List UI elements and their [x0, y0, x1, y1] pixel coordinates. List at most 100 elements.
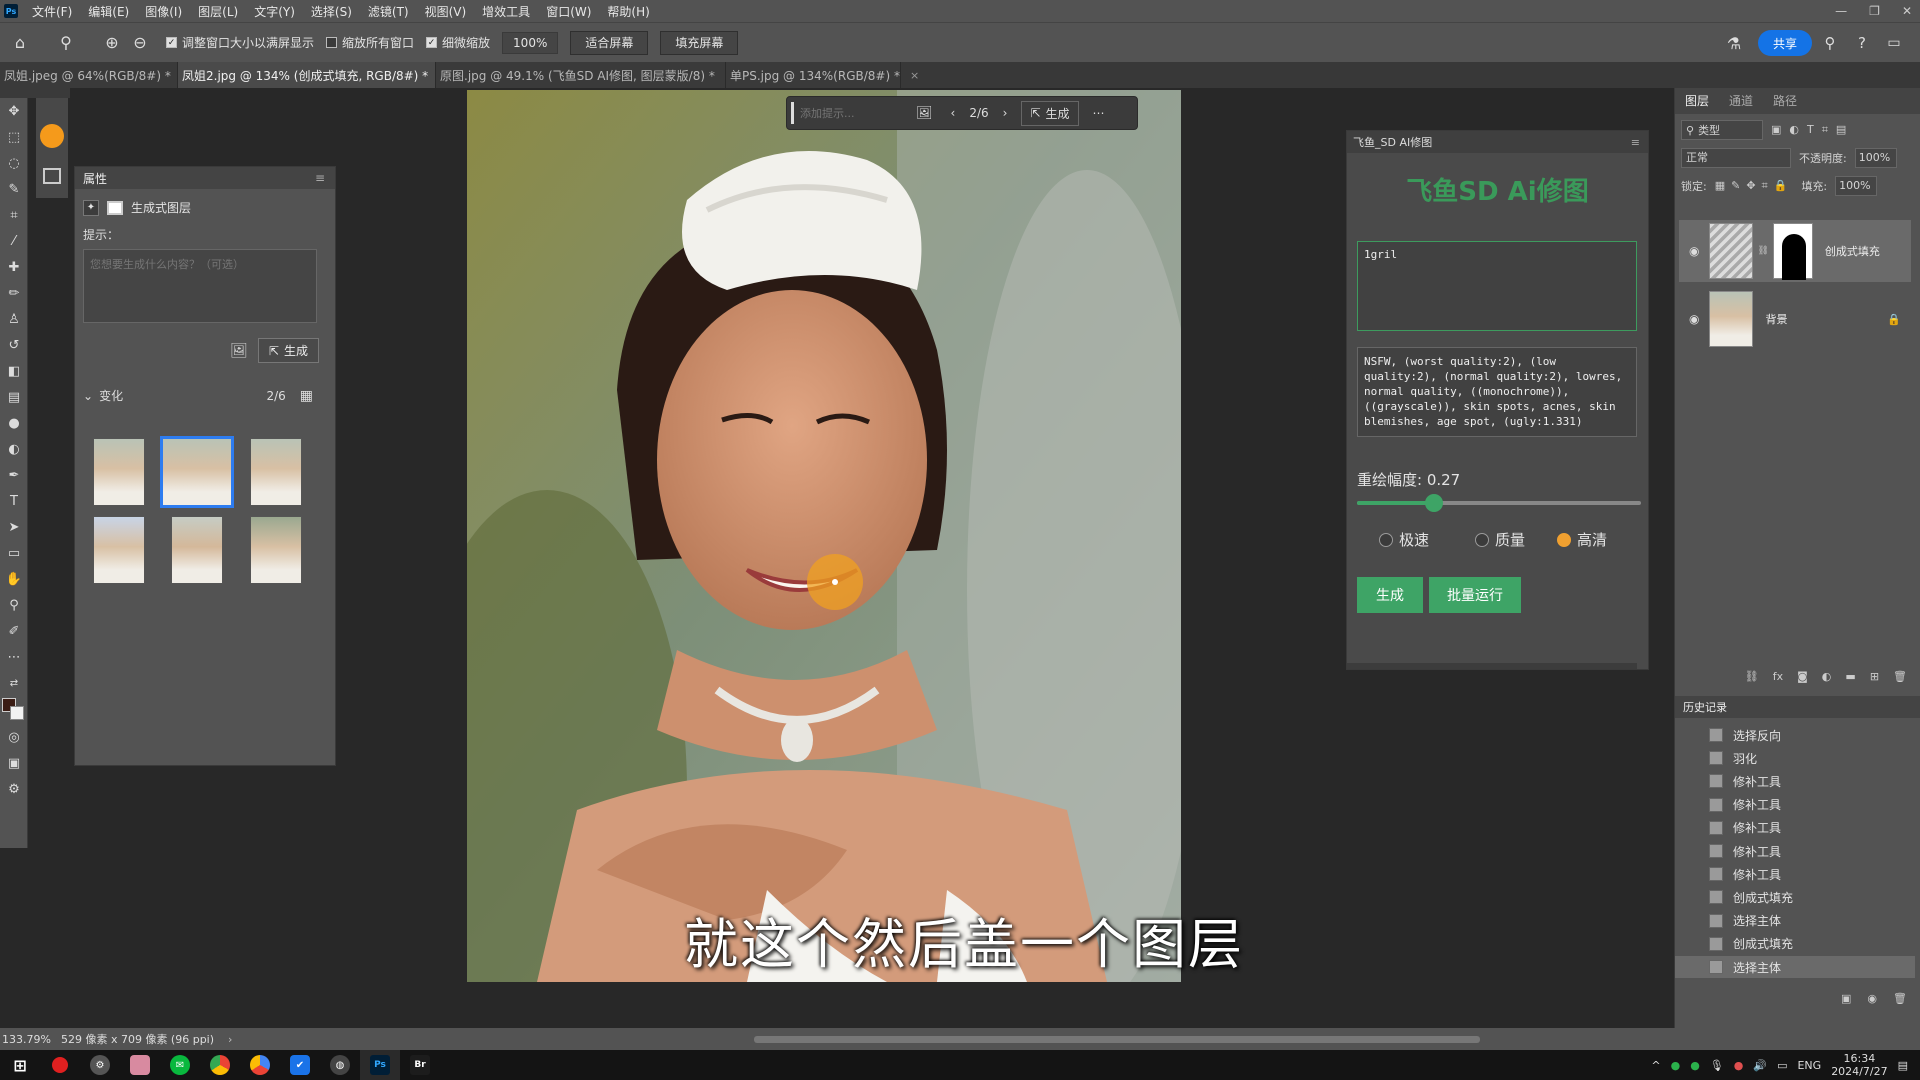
fx-icon[interactable]: fx [1773, 670, 1783, 692]
chevron-right-icon[interactable]: › [228, 1033, 232, 1046]
menu-file[interactable]: 文件(F) [24, 3, 80, 20]
dodge-tool-icon[interactable]: ◐ [0, 436, 28, 462]
ai-assist-icon[interactable]: ⚙ [0, 776, 28, 802]
plugin-scrollbar[interactable] [1347, 663, 1637, 669]
next-icon[interactable]: › [1003, 106, 1008, 120]
history-item[interactable]: 创成式填充 [1675, 886, 1915, 908]
menu-edit[interactable]: 编辑(E) [80, 3, 137, 20]
add-mask-icon[interactable]: ◙ [1797, 670, 1808, 692]
variation-thumbnail-2[interactable] [160, 436, 234, 508]
variation-thumbnail-5[interactable] [171, 516, 223, 584]
history-item[interactable]: 羽化 [1675, 747, 1915, 769]
panel-menu-icon[interactable]: ≡ [315, 171, 325, 185]
previous-icon[interactable]: ‹ [951, 106, 956, 120]
plugin-orange-icon[interactable] [40, 124, 64, 148]
bridge-taskbar-icon[interactable]: Br [400, 1050, 440, 1080]
more-options-icon[interactable]: ⋯ [1093, 106, 1105, 120]
search-icon[interactable]: ⚲ [1818, 29, 1842, 57]
opacity-field[interactable]: 100% [1854, 148, 1897, 168]
history-item[interactable]: 修补工具 [1675, 770, 1915, 792]
zoom-out-icon[interactable]: ⊖ [126, 29, 154, 57]
resize-windows-checkbox[interactable]: ✓ 调整窗口大小以满屏显示 [166, 34, 314, 51]
swap-colors-icon[interactable]: ⇄ [0, 670, 28, 696]
lasso-tool-icon[interactable]: ◌ [0, 150, 28, 176]
zoom-tool-icon[interactable]: ⚲ [52, 29, 80, 57]
menu-filter[interactable]: 滤镜(T) [360, 3, 417, 20]
plugin-prompt-textarea[interactable]: 1gril [1357, 241, 1637, 331]
menu-view[interactable]: 视图(V) [417, 3, 475, 20]
zoom-tool-icon[interactable]: ⚲ [0, 592, 28, 618]
windows-start-icon[interactable]: ⊞ [0, 1050, 40, 1080]
history-item[interactable]: 选择主体 [1675, 910, 1915, 932]
tray-language[interactable]: ENG [1797, 1059, 1821, 1072]
trash-icon[interactable]: 🗑 [1893, 670, 1907, 692]
status-zoom[interactable]: 133.79% [2, 1033, 51, 1046]
zoom-in-icon[interactable]: ⊕ [98, 29, 126, 57]
ctx-generate-button[interactable]: ⇱ 生成 [1021, 100, 1079, 126]
gradient-tool-icon[interactable]: ▤ [0, 384, 28, 410]
tray-app-icon[interactable]: ● [1734, 1059, 1744, 1072]
share-button[interactable]: 共享 [1758, 30, 1812, 56]
panel-menu-icon[interactable]: ≡ [1631, 136, 1640, 149]
workspace-icon[interactable]: ▭ [1882, 29, 1906, 57]
record-app-icon[interactable] [40, 1050, 80, 1080]
blend-mode-select[interactable]: 正常 [1681, 148, 1791, 168]
folder-icon[interactable]: ▬ [1845, 670, 1855, 692]
mode-radio-fast[interactable]: 极速 [1379, 529, 1429, 550]
tray-wechat-icon[interactable]: ● [1671, 1059, 1681, 1072]
adjustment-icon[interactable]: ◐ [1822, 670, 1832, 692]
history-title[interactable]: 历史记录 [1683, 699, 1727, 715]
tray-volume-icon[interactable]: 🔊 [1753, 1059, 1767, 1072]
denoise-slider[interactable] [1357, 494, 1641, 512]
marquee-tool-icon[interactable]: ⬚ [0, 124, 28, 150]
help-icon[interactable]: ? [1850, 29, 1874, 57]
history-item[interactable]: 修补工具 [1675, 817, 1915, 839]
horizontal-scrollbar[interactable] [754, 1036, 1480, 1043]
eyedropper-tool-icon[interactable]: ⁄ [0, 228, 28, 254]
tab-paths[interactable]: 路径 [1763, 88, 1807, 114]
history-item[interactable]: 选择反向 [1675, 724, 1915, 746]
mode-radio-hd[interactable]: 高清 [1557, 529, 1607, 550]
history-item[interactable]: 修补工具 [1675, 840, 1915, 862]
tray-mic-icon[interactable]: 🎙 [1710, 1059, 1724, 1072]
reference-image-icon[interactable]: 🖼 [916, 106, 933, 121]
history-item[interactable]: 修补工具 [1675, 794, 1915, 816]
denoise-slider-thumb[interactable] [1424, 494, 1443, 512]
zoom-value-field[interactable]: 100% [502, 31, 559, 54]
close-icon[interactable]: ✕ [1902, 0, 1912, 22]
menu-select[interactable]: 选择(S) [303, 3, 360, 20]
variation-thumbnail-3[interactable] [250, 438, 302, 506]
layer-filter-icons[interactable]: ▣◐T⌗▤ [1771, 123, 1854, 137]
more-tools-icon[interactable]: ⋯ [0, 644, 28, 670]
menu-window[interactable]: 窗口(W) [538, 3, 599, 20]
crop-tool-icon[interactable]: ⌗ [0, 202, 28, 228]
home-icon[interactable]: ⌂ [6, 29, 34, 57]
image-panel-icon[interactable] [43, 168, 61, 184]
app-icon-circle[interactable]: ◍ [320, 1050, 360, 1080]
trash-icon[interactable]: 🗑 [1893, 992, 1907, 1014]
reference-image-icon[interactable]: 🖼 [230, 343, 248, 359]
doc-tab-2[interactable]: 凤姐2.jpg @ 134% (创成式填充, RGB/8#) *× [178, 62, 447, 88]
type-tool-icon[interactable]: T [0, 488, 28, 514]
move-tool-icon[interactable]: ✥ [0, 98, 28, 124]
new-layer-icon[interactable]: ⊞ [1870, 670, 1879, 692]
link-layers-icon[interactable]: ⛓ [1745, 670, 1759, 692]
fill-screen-button[interactable]: 填充屏幕 [660, 30, 739, 55]
quick-select-tool-icon[interactable]: ✎ [0, 176, 28, 202]
plugin-negative-prompt-textarea[interactable]: NSFW, (worst quality:2), (low quality:2)… [1357, 347, 1637, 437]
tab-channels[interactable]: 通道 [1719, 88, 1763, 114]
tray-chevron-up-icon[interactable]: ^ [1651, 1059, 1660, 1072]
rectangle-tool-icon[interactable]: ▭ [0, 540, 28, 566]
flask-icon[interactable]: ⚗ [1722, 29, 1746, 57]
fit-screen-button[interactable]: 适合屏幕 [570, 30, 649, 55]
pen-tool-icon[interactable]: ✒ [0, 462, 28, 488]
brush-tool-icon[interactable]: ✏ [0, 280, 28, 306]
layer-kind-filter[interactable]: ⚲ 类型 [1681, 120, 1763, 140]
grid-view-icon[interactable]: ▦ [300, 388, 313, 404]
color-swatches[interactable] [0, 696, 28, 724]
app-icon-blue[interactable]: ✔ [280, 1050, 320, 1080]
history-item[interactable]: 选择主体 [1675, 956, 1915, 978]
path-select-tool-icon[interactable]: ➤ [0, 514, 28, 540]
variation-thumbnail-6[interactable] [250, 516, 302, 584]
layer-row-background[interactable]: ◉ 背景 🔒 [1679, 288, 1911, 350]
